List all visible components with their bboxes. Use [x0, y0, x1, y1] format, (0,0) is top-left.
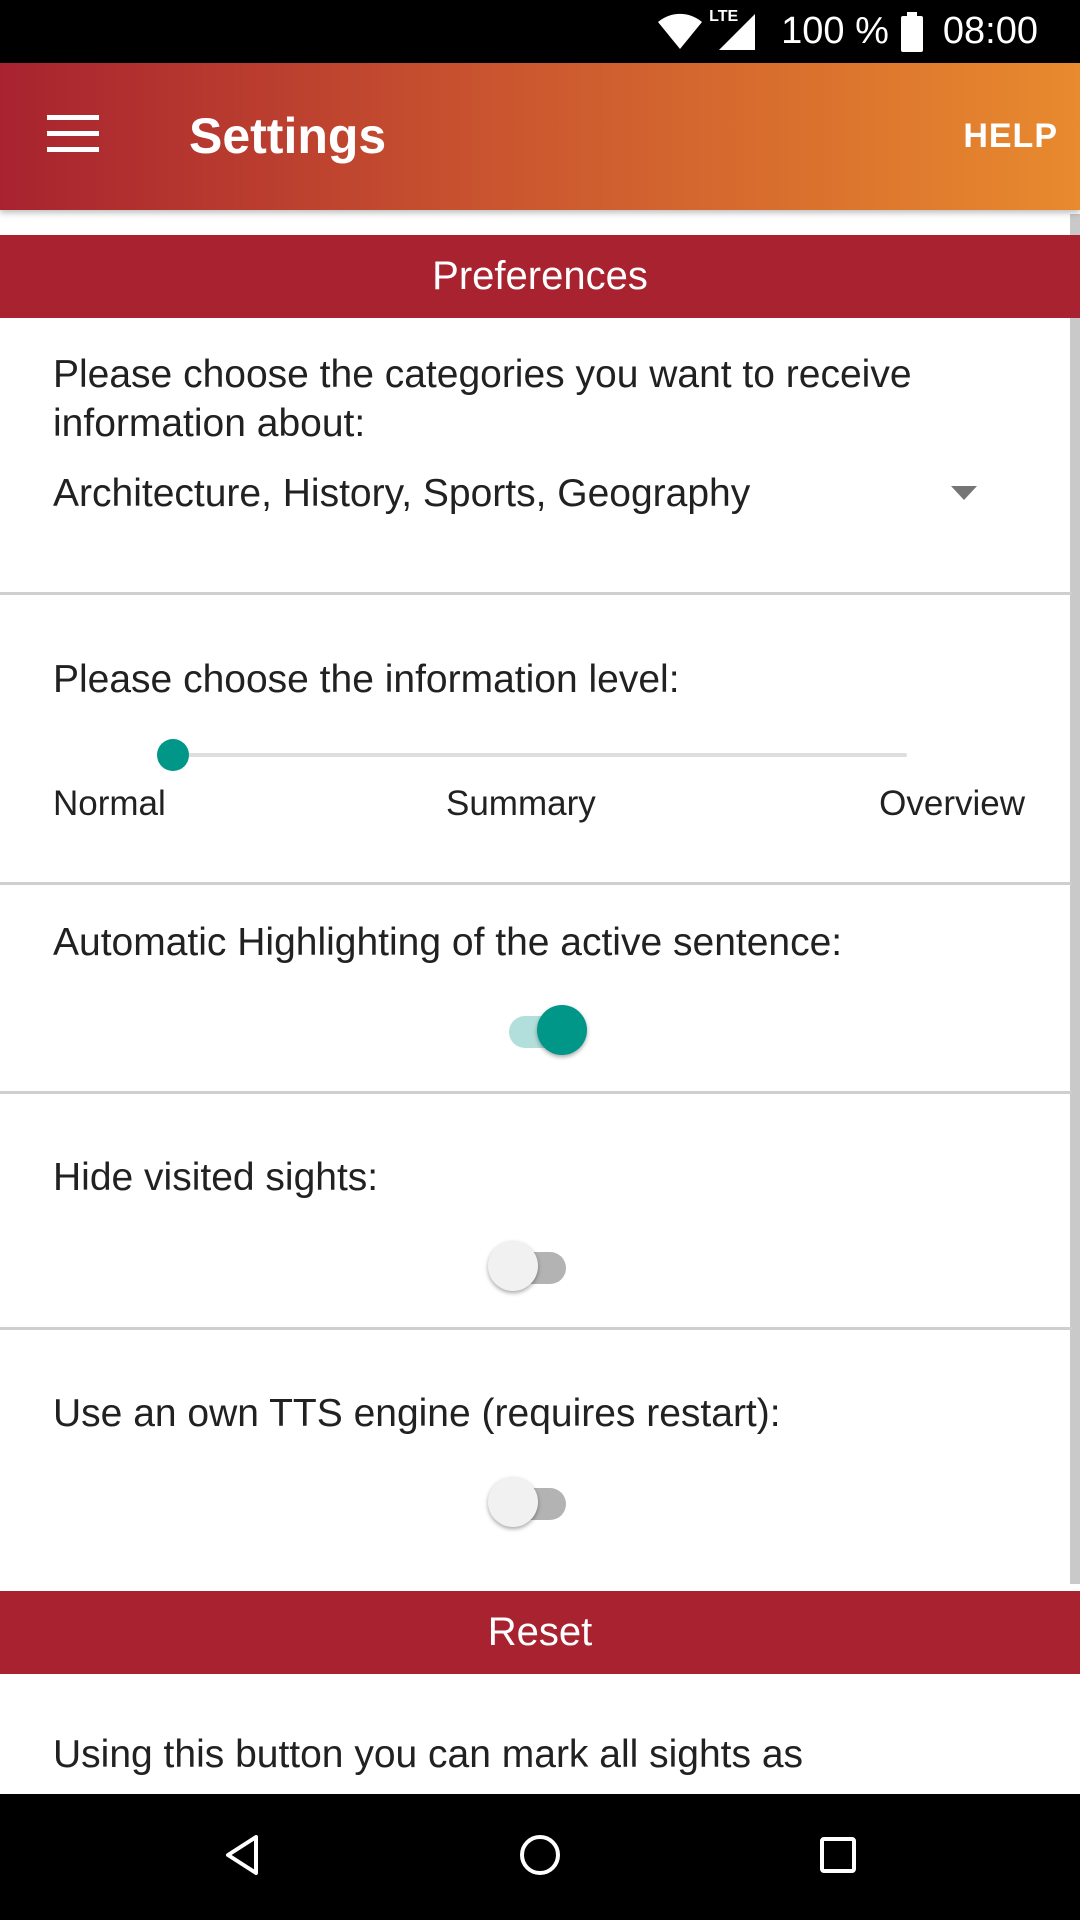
- switch-thumb: [537, 1005, 587, 1055]
- categories-selected: Architecture, History, Sports, Geography: [53, 472, 751, 515]
- navigation-bar: [0, 1794, 1080, 1920]
- signal-icon: LTE: [709, 8, 757, 52]
- switch-thumb: [488, 1241, 538, 1291]
- slider-thumb[interactable]: [157, 739, 189, 771]
- clock: 08:00: [942, 10, 1038, 52]
- highlighting-prompt: Automatic Highlighting of the active sen…: [53, 921, 843, 964]
- preferences-header: Preferences: [0, 235, 1080, 318]
- info-level-slider[interactable]: [157, 735, 907, 775]
- info-level-prompt: Please choose the information level:: [53, 658, 680, 701]
- battery-icon: [900, 11, 923, 52]
- switch-thumb: [488, 1477, 538, 1527]
- categories-dropdown[interactable]: Architecture, History, Sports, Geography: [53, 462, 993, 526]
- slider-track[interactable]: [173, 753, 907, 757]
- categories-prompt: Please choose the categories you want to…: [53, 353, 912, 445]
- highlighting-switch[interactable]: [497, 1000, 587, 1060]
- menu-icon: [47, 114, 99, 158]
- back-icon: [222, 1833, 262, 1882]
- hide-visited-switch[interactable]: [488, 1236, 578, 1296]
- home-icon: [518, 1833, 562, 1882]
- level-label-normal: Normal: [53, 784, 166, 823]
- dropdown-arrow-icon: [951, 486, 977, 500]
- level-label-overview: Overview: [879, 784, 1025, 823]
- menu-button[interactable]: [28, 91, 118, 181]
- status-icons: LTE 100 % 08:00: [657, 0, 1038, 63]
- back-button[interactable]: [210, 1825, 274, 1889]
- page-title: Settings: [189, 108, 387, 164]
- own-tts-prompt: Use an own TTS engine (requires restart)…: [53, 1392, 781, 1435]
- network-type: LTE: [709, 7, 739, 25]
- divider: [0, 1327, 1072, 1330]
- recents-icon: [818, 1835, 858, 1880]
- battery-percent: 100 %: [781, 10, 889, 52]
- hide-visited-prompt: Hide visited sights:: [53, 1156, 379, 1199]
- home-button[interactable]: [508, 1825, 572, 1889]
- scrollbar[interactable]: [1070, 214, 1080, 1584]
- own-tts-switch[interactable]: [488, 1472, 578, 1532]
- recents-button[interactable]: [806, 1825, 870, 1889]
- divider: [0, 882, 1072, 885]
- help-button[interactable]: HELP: [963, 63, 1058, 210]
- reset-description: Using this button you can mark all sight…: [53, 1733, 804, 1776]
- settings-list[interactable]: Preferences Please choose the categories…: [0, 210, 1080, 1794]
- app-bar: Settings HELP: [0, 63, 1080, 210]
- divider: [0, 592, 1072, 595]
- level-label-summary: Summary: [446, 784, 596, 823]
- divider: [0, 1091, 1072, 1094]
- wifi-icon: [657, 13, 703, 51]
- reset-header: Reset: [0, 1591, 1080, 1674]
- status-bar: LTE 100 % 08:00: [0, 0, 1080, 63]
